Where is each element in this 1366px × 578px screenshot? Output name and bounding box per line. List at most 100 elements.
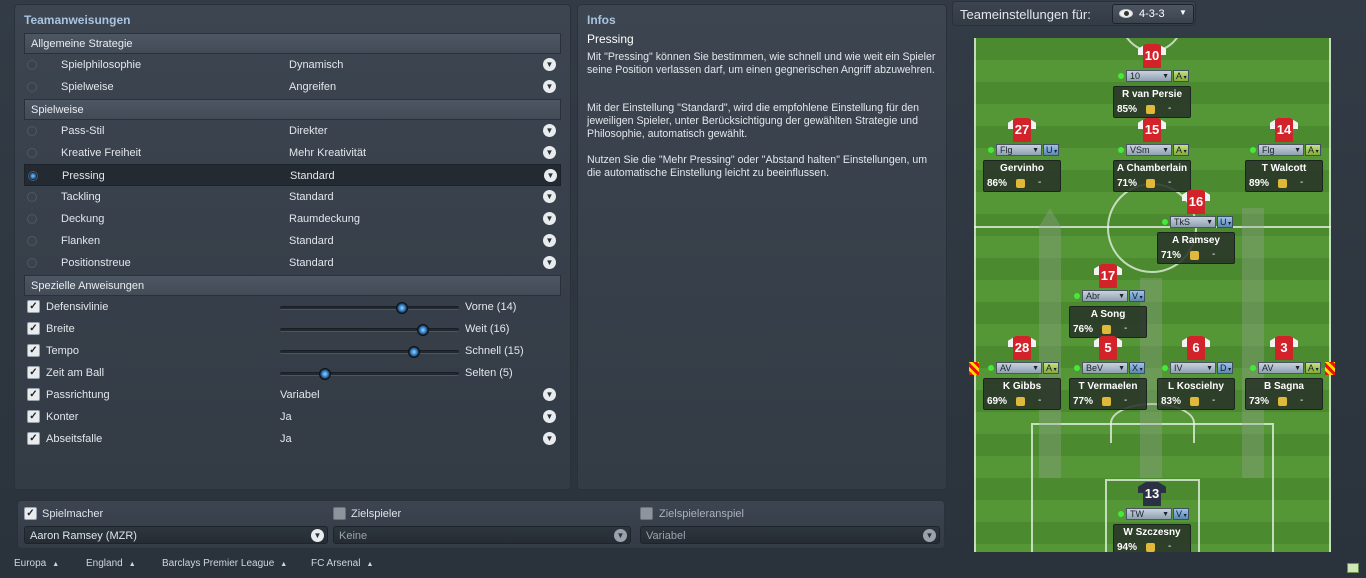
target-pass-select[interactable]: Variabel ▼ [640, 526, 940, 544]
instruction-checkbox[interactable]: ✓ [27, 300, 40, 313]
duty-select[interactable]: A ▾ [1043, 362, 1059, 374]
select-radio[interactable] [28, 171, 38, 181]
role-select[interactable]: IV ▼ [1170, 362, 1216, 374]
player-card[interactable]: B Sagna 73% - [1245, 378, 1323, 410]
footer-nav-item[interactable]: FC Arsenal ▲ [311, 558, 373, 576]
duty-select[interactable]: D ▾ [1217, 362, 1233, 374]
player-card[interactable]: K Gibbs 69% - [983, 378, 1061, 410]
instruction-row-kreative-freiheit[interactable]: Kreative Freiheit Mehr Kreativität ▼ [24, 142, 561, 164]
instruction-checkbox[interactable]: ✓ [27, 344, 40, 357]
player-card[interactable]: Gervinho 86% - [983, 160, 1061, 192]
duty-select[interactable]: X ▾ [1129, 362, 1145, 374]
instruction-row-breite[interactable]: ✓ Breite Weit (16) [24, 318, 561, 340]
duty-select[interactable]: U ▾ [1043, 144, 1059, 156]
formation-select[interactable]: 4-3-3 ▼ [1112, 4, 1194, 24]
player-card[interactable]: A Song 76% - [1069, 306, 1147, 338]
instruction-row-tackling[interactable]: Tackling Standard ▼ [24, 186, 561, 208]
instruction-checkbox[interactable]: ✓ [27, 366, 40, 379]
instruction-row-flanken[interactable]: Flanken Standard ▼ [24, 230, 561, 252]
instruction-row-zeit-am-ball[interactable]: ✓ Zeit am Ball Selten (5) [24, 362, 561, 384]
instruction-row-defensivlinie[interactable]: ✓ Defensivlinie Vorne (14) [24, 296, 561, 318]
chevron-down-icon[interactable]: ▼ [543, 432, 556, 445]
fitness-dot [1250, 365, 1256, 371]
role-select[interactable]: TkS ▼ [1170, 216, 1216, 228]
role-select[interactable]: BeV ▼ [1082, 362, 1128, 374]
instruction-row-tempo[interactable]: ✓ Tempo Schnell (15) [24, 340, 561, 362]
player-card[interactable]: L Koscielny 83% - [1157, 378, 1235, 410]
chevron-down-icon[interactable]: ▼ [543, 234, 556, 247]
select-radio[interactable] [27, 126, 37, 136]
select-radio[interactable] [27, 148, 37, 158]
chevron-down-icon[interactable]: ▼ [543, 388, 556, 401]
duty-select[interactable]: A ▾ [1305, 362, 1321, 374]
role-select[interactable]: VSm ▼ [1126, 144, 1172, 156]
player-card[interactable]: T Vermaelen 77% - [1069, 378, 1147, 410]
chevron-down-icon[interactable]: ▼ [543, 410, 556, 423]
slider-knob[interactable] [408, 346, 421, 358]
instruction-checkbox[interactable]: ✓ [27, 432, 40, 445]
instruction-slider[interactable] [280, 368, 459, 380]
role-select[interactable]: Flg ▼ [1258, 144, 1304, 156]
chevron-down-icon[interactable]: ▼ [543, 80, 556, 93]
chevron-down-icon[interactable]: ▼ [543, 212, 556, 225]
role-label: IV [1174, 363, 1183, 373]
instruction-checkbox[interactable]: ✓ [27, 388, 40, 401]
slider-knob[interactable] [417, 324, 430, 336]
select-radio[interactable] [27, 82, 37, 92]
role-select[interactable]: AV ▼ [1258, 362, 1304, 374]
chevron-down-icon[interactable]: ▼ [543, 146, 556, 159]
target-player-select[interactable]: Keine ▼ [333, 526, 631, 544]
chevron-down-icon[interactable]: ▼ [543, 190, 556, 203]
player-card[interactable]: R van Persie 85% - [1113, 86, 1191, 118]
playmaker-checkbox[interactable]: ✓ [24, 507, 37, 520]
chevron-down-icon[interactable]: ▼ [543, 256, 556, 269]
role-select[interactable]: AV ▼ [996, 362, 1042, 374]
role-select[interactable]: Flg ▼ [996, 144, 1042, 156]
slider-knob[interactable] [318, 368, 331, 380]
instruction-row-pressing[interactable]: Pressing Standard ▼ [24, 164, 561, 186]
duty-select[interactable]: V ▾ [1129, 290, 1145, 302]
select-radio[interactable] [27, 60, 37, 70]
role-select[interactable]: Abr ▼ [1082, 290, 1128, 302]
select-radio[interactable] [27, 258, 37, 268]
footer-nav-item[interactable]: England ▲ [86, 558, 136, 576]
select-radio[interactable] [27, 192, 37, 202]
target-pass-checkbox[interactable] [640, 507, 653, 520]
duty-select[interactable]: A ▾ [1173, 144, 1189, 156]
player-card[interactable]: T Walcott 89% - [1245, 160, 1323, 192]
instruction-row-positionstreue[interactable]: Positionstreue Standard ▼ [24, 252, 561, 274]
status-indicator[interactable] [1347, 563, 1359, 573]
chevron-down-icon[interactable]: ▼ [544, 169, 557, 182]
slider-knob[interactable] [395, 302, 408, 314]
instruction-slider[interactable] [280, 302, 459, 314]
playmaker-select[interactable]: Aaron Ramsey (MZR) ▼ [24, 526, 328, 544]
chevron-down-icon[interactable]: ▼ [543, 124, 556, 137]
instruction-checkbox[interactable]: ✓ [27, 322, 40, 335]
instruction-row-deckung[interactable]: Deckung Raumdeckung ▼ [24, 208, 561, 230]
role-select[interactable]: TW ▼ [1126, 508, 1172, 520]
duty-select[interactable]: A ▾ [1305, 144, 1321, 156]
instruction-checkbox[interactable]: ✓ [27, 410, 40, 423]
instruction-slider[interactable] [280, 324, 459, 336]
duty-select[interactable]: U ▾ [1217, 216, 1233, 228]
player-card[interactable]: W Szczesny 94% - [1113, 524, 1191, 552]
player-card[interactable]: A Ramsey 71% - [1157, 232, 1235, 264]
instruction-row-spielweise[interactable]: Spielweise Angreifen ▼ [24, 76, 561, 98]
role-select[interactable]: 10 ▼ [1126, 70, 1172, 82]
instruction-row-abseitsfalle[interactable]: ✓ Abseitsfalle Ja ▼ [24, 428, 561, 450]
duty-select[interactable]: V ▾ [1173, 508, 1189, 520]
instruction-slider[interactable] [280, 346, 459, 358]
player-card[interactable]: A Chamberlain 71% - [1113, 160, 1191, 192]
footer-nav-item[interactable]: Europa ▲ [14, 558, 59, 576]
select-radio[interactable] [27, 236, 37, 246]
instruction-row-passrichtung[interactable]: ✓ Passrichtung Variabel ▼ [24, 384, 561, 406]
select-radio[interactable] [27, 214, 37, 224]
target-player-checkbox[interactable] [333, 507, 346, 520]
chevron-down-icon[interactable]: ▼ [543, 58, 556, 71]
instruction-row-pass-stil[interactable]: Pass-Stil Direkter ▼ [24, 120, 561, 142]
instruction-row-spielphilosophie[interactable]: Spielphilosophie Dynamisch ▼ [24, 54, 561, 76]
duty-select[interactable]: A ▾ [1173, 70, 1189, 82]
instruction-label: Spielphilosophie [61, 59, 142, 71]
instruction-row-konter[interactable]: ✓ Konter Ja ▼ [24, 406, 561, 428]
footer-nav-item[interactable]: Barclays Premier League ▲ [162, 558, 287, 576]
